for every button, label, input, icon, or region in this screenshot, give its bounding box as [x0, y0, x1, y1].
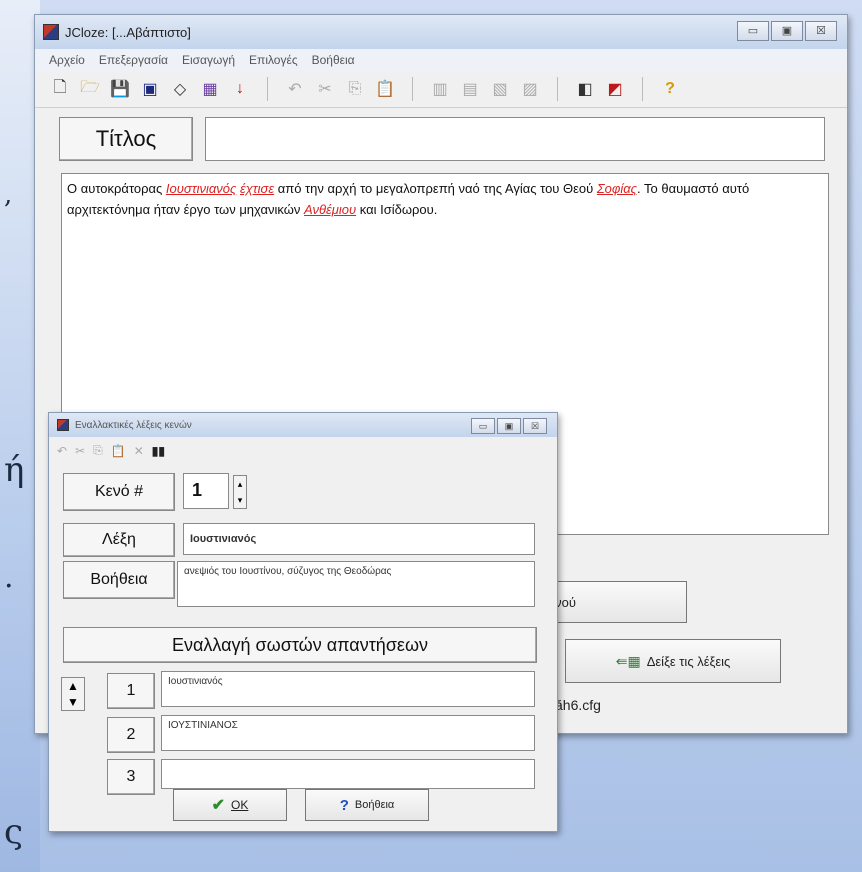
delete-icon[interactable]: ✕	[134, 444, 144, 458]
close-button[interactable]: ☒	[805, 21, 837, 41]
title-input[interactable]	[205, 117, 825, 161]
gap-number-spinner[interactable]: ▴ ▾	[233, 475, 247, 509]
dialog-close-button[interactable]: ☒	[523, 418, 547, 434]
alternate-number-2: 2	[107, 717, 155, 753]
text-segment: Ο αυτοκράτορας	[67, 181, 166, 196]
dialog-title-bar[interactable]: Εναλλακτικές λέξεις κενών ▭ ▣ ☒	[49, 413, 557, 437]
window-title: JCloze: [...Αβάπτιστο]	[65, 24, 191, 40]
gap-number-field[interactable]: 1	[183, 473, 229, 509]
new-file-icon[interactable]: 🗋	[49, 78, 71, 100]
open-folder-icon[interactable]: 🗁	[79, 78, 101, 100]
ok-button[interactable]: ✔ OK	[173, 789, 287, 821]
menu-help[interactable]: Βοήθεια	[312, 53, 355, 67]
format-icon[interactable]: ▮▮	[152, 444, 165, 458]
paste-icon[interactable]: 📋	[111, 444, 126, 458]
alternates-reorder-spinner[interactable]: ▲ ▼	[61, 677, 85, 711]
paste-icon[interactable]: 📋	[374, 78, 396, 100]
text-segment: από την αρχή το μεγαλοπρεπή ναό της Αγία…	[274, 181, 597, 196]
show-words-icon: ⇚▦	[615, 652, 641, 669]
background-char: ή	[4, 450, 25, 490]
dialog-title: Εναλλακτικές λέξεις κενών	[75, 419, 192, 431]
diamond-icon[interactable]: ◇	[169, 78, 191, 100]
save-as-icon[interactable]: ▣	[139, 78, 161, 100]
alternate-field-2[interactable]: ΙΟΥΣΤΙΝΙΑΝΟΣ	[161, 715, 535, 751]
gap-word[interactable]: έχτισε	[240, 181, 274, 196]
hint-field[interactable]: ανεψιός του Ιουστίνου, σύζυγος της Θεοδώ…	[177, 561, 535, 607]
title-bar[interactable]: JCloze: [...Αβάπτιστο] ▭ ▣ ☒	[35, 15, 847, 49]
dialog-help-button[interactable]: ? Βοήθεια	[305, 789, 429, 821]
menu-options[interactable]: Επιλογές	[249, 53, 298, 67]
status-filename: ăh6.cfg	[555, 697, 601, 713]
export-icon[interactable]: ◩	[604, 78, 626, 100]
gap-word[interactable]: Ιουστινιανός	[166, 181, 236, 196]
check-icon: ✔	[211, 797, 226, 814]
gap-number-label: Κενό #	[63, 473, 175, 511]
toolbar: 🗋 🗁 💾 ▣ ◇ ▦ ↓ ↶ ✂ ⎘ 📋 ▥ ▤ ▧ ▨ ◧ ◩ ?	[35, 71, 847, 108]
menu-bar: Αρχείο Επεξεργασία Εισαγωγή Επιλογές Βοή…	[35, 49, 847, 71]
toolbar-separator	[557, 77, 558, 101]
alternate-number-1: 1	[107, 673, 155, 709]
toolbar-separator	[267, 77, 268, 101]
menu-edit[interactable]: Επεξεργασία	[99, 53, 168, 67]
copy-icon[interactable]: ⎘	[344, 78, 366, 100]
background-char: .	[4, 560, 14, 595]
auto-gap-icon[interactable]: ▧	[489, 78, 511, 100]
show-words-button[interactable]: ⇚▦ Δείξε τις λέξεις	[565, 639, 781, 683]
word-label: Λέξη	[63, 523, 175, 557]
alternate-number-3: 3	[107, 759, 155, 795]
undo-icon[interactable]: ↶	[284, 78, 306, 100]
minimize-button[interactable]: ▭	[737, 21, 769, 41]
dialog-maximize-button[interactable]: ▣	[497, 418, 521, 434]
background-char: ς	[4, 812, 24, 852]
toolbar-separator	[412, 77, 413, 101]
save-icon[interactable]: 💾	[109, 78, 131, 100]
alternate-field-3[interactable]	[161, 759, 535, 789]
gap-word[interactable]: Ανθέμιου	[304, 202, 356, 217]
app-icon	[43, 24, 59, 40]
dialog-minimize-button[interactable]: ▭	[471, 418, 495, 434]
show-gaps-icon[interactable]: ▨	[519, 78, 541, 100]
title-button[interactable]: Τίτλος	[59, 117, 193, 161]
alternate-words-dialog: Εναλλακτικές λέξεις κενών ▭ ▣ ☒ ↶ ✂ ⎘ 📋 …	[48, 412, 558, 832]
settings-icon[interactable]: ◧	[574, 78, 596, 100]
show-words-label: Δείξε τις λέξεις	[646, 653, 731, 669]
maximize-button[interactable]: ▣	[771, 21, 803, 41]
dialog-help-label: Βοήθεια	[354, 799, 395, 811]
help-icon[interactable]: ?	[659, 78, 681, 100]
menu-file[interactable]: Αρχείο	[49, 53, 85, 67]
clear-gap-icon[interactable]: ▤	[459, 78, 481, 100]
hint-label: Βοήθεια	[63, 561, 175, 599]
question-icon: ?	[339, 796, 349, 814]
ok-label: OK	[231, 798, 249, 812]
dialog-toolbar: ↶ ✂ ⎘ 📋 ✕ ▮▮	[57, 443, 165, 458]
copy-icon[interactable]: ⎘	[93, 443, 103, 458]
alternate-field-1[interactable]: Ιουστινιανός	[161, 671, 535, 707]
background-char: ,	[4, 180, 13, 210]
down-arrow-icon[interactable]: ↓	[229, 78, 251, 100]
menu-insert[interactable]: Εισαγωγή	[182, 53, 235, 67]
gap-icon[interactable]: ▥	[429, 78, 451, 100]
undo-icon[interactable]: ↶	[57, 444, 67, 458]
cut-icon[interactable]: ✂	[75, 444, 85, 458]
gap-word[interactable]: Σοφίας	[597, 181, 637, 196]
cut-icon[interactable]: ✂	[314, 78, 336, 100]
web-export-icon[interactable]: ▦	[199, 78, 221, 100]
toolbar-separator	[642, 77, 643, 101]
word-field[interactable]: Ιουστινιανός	[183, 523, 535, 555]
dialog-icon	[57, 419, 69, 431]
alternates-header: Εναλλαγή σωστών απαντήσεων	[63, 627, 537, 663]
text-segment: και Ισίδωρου.	[356, 202, 438, 217]
